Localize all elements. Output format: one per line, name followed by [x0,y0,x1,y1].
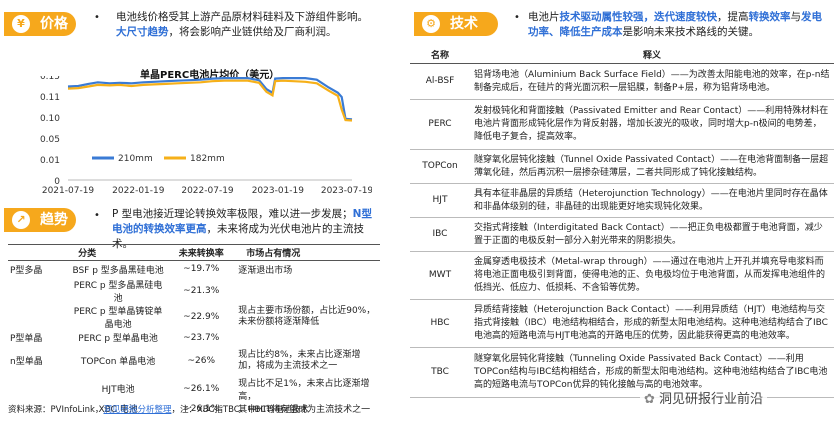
legend-label: 210mm [118,154,153,164]
bullet-dot: • [94,210,100,221]
table-row: n型单晶 TOPCon 单晶电池 ~26% 现占比约8%，未来占比逐渐增加，将成… [10,349,361,371]
table-row: HJT 具有本征非晶层的异质结（Heterojunction Technology… [410,183,834,218]
price-tag-label: 价格 [40,16,68,32]
x-tick-label: 2022-07-19 [181,186,234,196]
source-note: 资料来源：PVInfoLink，洞见研报分析整理，注：XBC指TBC、HBC等电… [8,405,309,415]
table-row: TOPCon 隧穿氧化层钝化接触（Tunnel Oxide Passivated … [410,149,834,184]
col-header-desc: 释义 [470,46,834,64]
bullet-dot: • [514,12,520,23]
tech-paragraph: 电池片技术驱动属性较强，迭代速度较快，提高转换效率与发电功率、降低生产成本是影响… [528,11,822,38]
y-tick-label: 0.05 [40,135,60,145]
wechat-icon: ✿ [644,392,655,407]
col-header-market: 市场占有情况 [236,244,380,261]
tech-glossary-table: 名称 释义 Al-BSF 铝背场电池（Aluminium Back Surface… [410,46,834,398]
table-row: Al-BSF 铝背场电池（Aluminium Back Surface Field… [410,63,834,100]
legend-label: 182mm [190,154,225,164]
x-tick-label: 2022-01-19 [112,186,165,196]
table-row: HBC 异质结背接触（Heterojunction Back Contact）——… [410,299,834,348]
price-icon: ¥ [12,15,30,33]
series-line-182mm [67,79,353,122]
tech-icon: ⚙ [422,15,440,33]
price-paragraph: 电池线价格受其上游产品原材料硅料及下游组件影响。 大尺寸趋势，将会影响产业链供给… [116,11,368,38]
col-header-name: 名称 [410,46,470,64]
x-tick-label: 2023-01-19 [252,186,305,196]
trend-tag: ↗ 趋势 [4,208,76,232]
col-header-rate: 未来转换率 [166,244,237,261]
y-tick-label: 0.11 [40,93,60,103]
trend-icon: ↗ [12,211,30,229]
col-header-category: 分类 [8,244,167,261]
conversion-rate-table: 分类 未来转换率 市场占有情况 P型多晶 BSF p 型多晶黑硅电池 ~19.7… [8,244,380,416]
table-row: PERC p 型单晶铸锭单晶电池 ~22.9% 现占主要市场份额，占比近90%，… [73,305,376,330]
x-tick-label: 2023-07-19 [321,186,372,196]
y-tick-label: 0.15 [40,76,60,82]
x-tick-label: 2021-07-19 [42,186,95,196]
table-row: HJT电池 ~26.1% 现占比不足1%，未来占比逐渐增高， [101,378,370,402]
watermark: ✿ 洞见研报行业前沿 [640,388,768,407]
table-row: PERC 发射极钝化和背面接触（Passivated Emitter and Re… [410,99,834,150]
tech-tag-label: 技术 [450,16,478,32]
y-tick-label: 0.10 [40,114,60,124]
tech-tag: ⚙ 技术 [414,12,498,36]
y-tick-label: 0.01 [40,156,60,166]
price-line-chart: 0.150.110.100.050.0102021-07-19 2022-01-1… [40,76,372,196]
table-row: TBC 隧穿氧化层钝化背接触（Tunneling Oxide Passivated… [410,347,834,398]
table-row: MWT 金属穿透电极技术（Metal-wrap through）——通过在电池片上… [410,251,834,300]
table-row: P型多晶 BSF p 型多晶黑硅电池 ~19.7% 逐渐退出市场 [10,264,293,276]
table-row: PERC p 型多晶黑硅电池 ~21.3% [73,280,220,304]
bullet-dot: • [94,12,100,23]
trend-tag-label: 趋势 [40,212,68,228]
table-row: P型单晶 PERC p 型单晶电池 ~23.7% [10,332,220,345]
price-tag: ¥ 价格 [4,12,76,36]
table-row: IBC 交指式背接触（Interdigitated Back Contact）——… [410,217,834,252]
source-link[interactable]: 洞见研报分析整理 [103,405,171,415]
